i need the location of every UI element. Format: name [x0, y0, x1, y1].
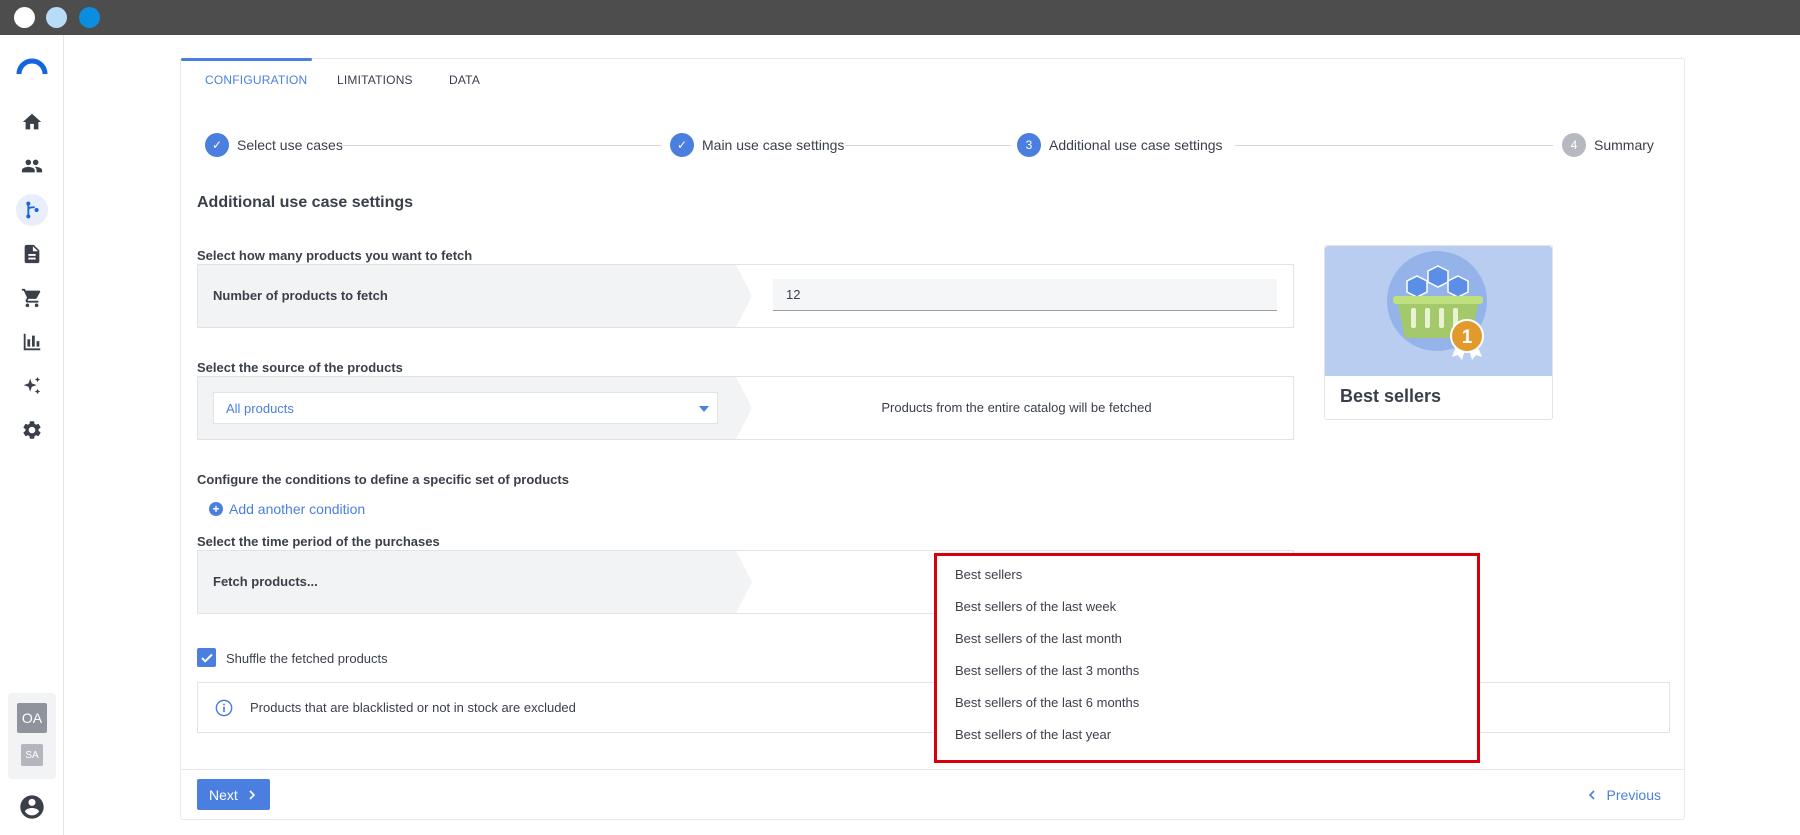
window-maximize-dot[interactable]	[79, 7, 100, 28]
shuffle-label[interactable]: Shuffle the fetched products	[226, 651, 388, 666]
plus-circle-icon: +	[209, 502, 223, 516]
tab-data[interactable]: DATA	[449, 73, 480, 87]
window-titlebar	[0, 0, 1800, 35]
source-label: Select the source of the products	[197, 360, 403, 375]
time-period-label: Select the time period of the purchases	[197, 534, 440, 549]
info-text: Products that are blacklisted or not in …	[250, 700, 576, 715]
source-select[interactable]: All products	[213, 392, 718, 424]
users-icon[interactable]	[16, 150, 48, 182]
tab-limitations[interactable]: LIMITATIONS	[337, 73, 413, 87]
window-close-dot[interactable]	[14, 7, 35, 28]
fetch-count-row-header: Number of products to fetch	[198, 265, 736, 327]
dropdown-option[interactable]: Best sellers of the last month	[955, 631, 1122, 646]
scenario-branch-icon[interactable]	[16, 194, 48, 226]
window-minimize-dot[interactable]	[46, 7, 67, 28]
basket-award-icon: 1	[1387, 251, 1487, 360]
step-1-label[interactable]: Select use cases	[237, 137, 343, 153]
progress-stepper: ✓ Select use cases ✓ Main use case setti…	[205, 133, 1665, 159]
app-logo-icon[interactable]	[16, 57, 48, 75]
best-sellers-card[interactable]: 1 Best sellers	[1324, 245, 1553, 420]
settings-gear-icon[interactable]	[16, 414, 48, 446]
step-connector	[845, 145, 1011, 146]
svg-text:1: 1	[1462, 327, 1473, 348]
add-condition-label: Add another condition	[229, 501, 366, 517]
time-period-row-label: Fetch products...	[213, 574, 318, 589]
cart-icon[interactable]	[16, 282, 48, 314]
dropdown-option[interactable]: Best sellers of the last year	[955, 727, 1111, 742]
step-2-check-icon: ✓	[670, 133, 694, 157]
info-icon	[215, 699, 233, 717]
avatar-secondary[interactable]: SA	[21, 744, 43, 766]
previous-button-label: Previous	[1606, 787, 1661, 803]
step-2-label[interactable]: Main use case settings	[702, 137, 844, 153]
source-row-header: All products	[198, 377, 736, 439]
time-period-row-header: Fetch products...	[198, 551, 736, 613]
chevron-left-icon	[1588, 790, 1595, 800]
tab-configuration[interactable]: CONFIGURATION	[205, 73, 307, 87]
fetch-count-label: Select how many products you want to fet…	[197, 248, 473, 263]
account-circle-icon[interactable]	[18, 793, 46, 821]
dropdown-option[interactable]: Best sellers of the last 3 months	[955, 663, 1139, 678]
sidebar: OA SA	[0, 35, 64, 835]
next-button-label: Next	[209, 786, 238, 803]
best-sellers-illustration: 1	[1325, 246, 1552, 376]
row-arrow	[736, 265, 752, 327]
chevron-right-icon	[249, 789, 255, 800]
fetch-count-input[interactable]	[773, 279, 1277, 311]
configuration-card: CONFIGURATION LIMITATIONS DATA ✓ Select …	[180, 58, 1685, 820]
dropdown-option[interactable]: Best sellers	[955, 567, 1022, 582]
dropdown-option[interactable]: Best sellers of the last week	[955, 599, 1116, 614]
user-switcher: OA SA	[8, 693, 56, 779]
source-select-value: All products	[226, 401, 294, 416]
step-4-label[interactable]: Summary	[1594, 137, 1654, 153]
home-icon[interactable]	[16, 106, 48, 138]
active-tab-indicator	[181, 58, 312, 61]
step-connector	[1235, 145, 1553, 146]
dropdown-option[interactable]: Best sellers of the last 6 months	[955, 695, 1139, 710]
shuffle-checkbox[interactable]	[197, 648, 216, 667]
step-3-number: 3	[1017, 133, 1041, 157]
step-connector	[339, 145, 661, 146]
best-sellers-title: Best sellers	[1340, 386, 1442, 406]
avatar-primary[interactable]: OA	[17, 703, 47, 733]
add-condition-button[interactable]: + Add another condition	[209, 501, 365, 517]
checkmark-icon	[200, 653, 213, 663]
step-3-label[interactable]: Additional use case settings	[1049, 137, 1223, 153]
fetch-count-row-label: Number of products to fetch	[213, 288, 388, 303]
source-row: All products Products from the entire ca…	[197, 376, 1294, 440]
step-1-check-icon: ✓	[205, 133, 229, 157]
footer-divider	[181, 769, 1684, 770]
chevron-down-icon	[699, 406, 709, 412]
document-icon[interactable]	[16, 238, 48, 270]
next-button[interactable]: Next	[197, 779, 270, 810]
previous-button[interactable]: Previous	[1587, 787, 1661, 803]
section-title: Additional use case settings	[197, 194, 414, 211]
source-description: Products from the entire catalog will be…	[881, 400, 1152, 415]
time-period-dropdown: Best sellers Best sellers of the last we…	[934, 553, 1480, 763]
conditions-label: Configure the conditions to define a spe…	[197, 472, 569, 487]
row-arrow	[736, 551, 752, 613]
ai-sparkle-icon[interactable]	[16, 370, 48, 402]
fetch-count-row: Number of products to fetch	[197, 264, 1294, 328]
analytics-chart-icon[interactable]	[16, 326, 48, 358]
step-4-number: 4	[1562, 133, 1586, 157]
